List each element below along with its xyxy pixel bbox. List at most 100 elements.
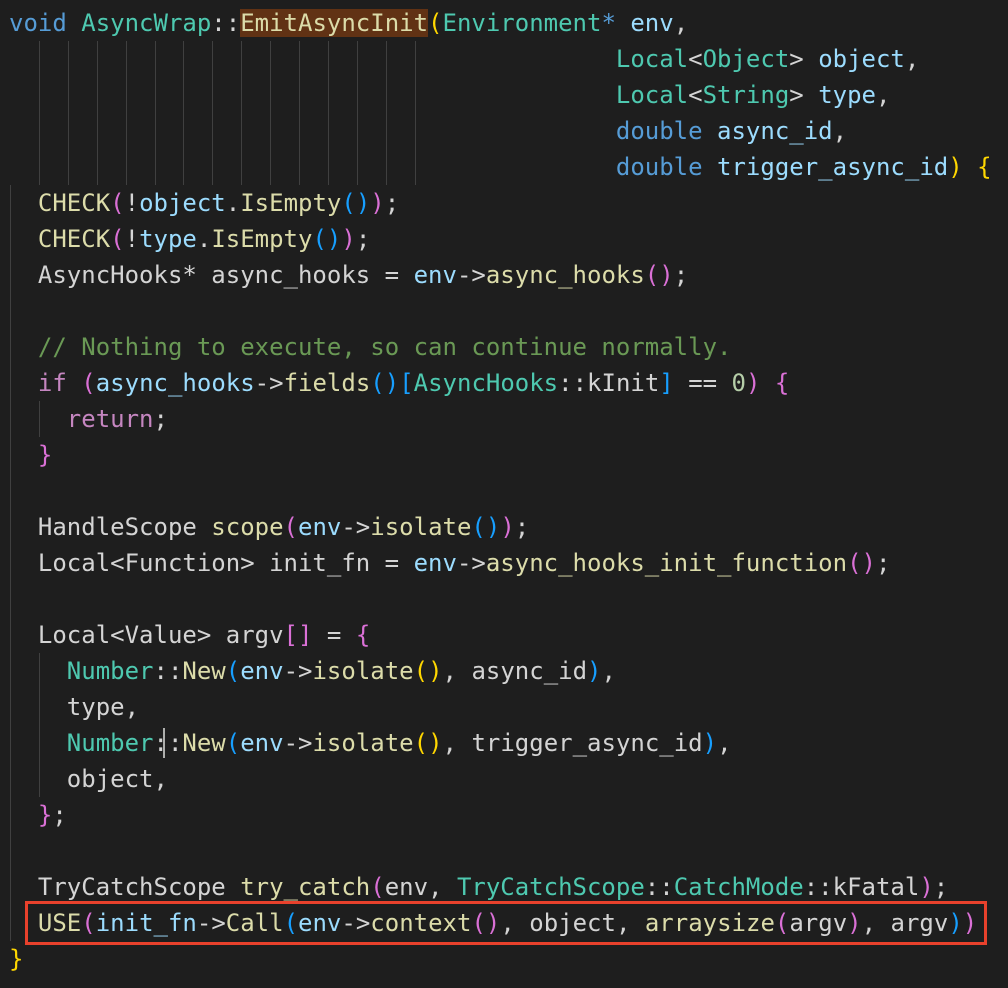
code-token: < <box>688 81 703 109</box>
code-token: object <box>139 189 226 217</box>
code-token: ! <box>124 225 140 253</box>
code-token: AsyncHooks* async_hooks = <box>9 261 414 289</box>
code-line[interactable]: Local<Function> init_fn = env->async_hoo… <box>9 545 891 581</box>
code-token: fields <box>283 369 371 397</box>
code-token: . <box>196 225 212 253</box>
code-token: return <box>66 405 154 433</box>
code-token: IsEmpty <box>211 225 313 253</box>
code-line[interactable]: CHECK(!type.IsEmpty()); <box>9 221 370 257</box>
code-token: ) <box>370 189 385 217</box>
code-token: { <box>977 153 992 181</box>
code-line[interactable]: }; <box>9 797 67 833</box>
code-token: void <box>9 9 67 37</box>
code-token: { <box>774 369 790 397</box>
code-line[interactable]: // Nothing to execute, so can continue n… <box>9 329 732 365</box>
code-line[interactable]: void AsyncWrap::EmitAsyncInit(Environmen… <box>9 5 688 41</box>
code-token: AsyncWrap <box>81 9 212 37</box>
code-token: = <box>312 621 356 649</box>
code-token: ! <box>124 189 140 217</box>
code-token: ( <box>283 513 298 541</box>
code-line[interactable]: } <box>9 437 52 473</box>
code-line[interactable]: HandleScope scope(env->isolate()); <box>9 509 529 545</box>
code-line[interactable]: TryCatchScope try_catch(env, TryCatchSco… <box>9 869 948 905</box>
code-line[interactable]: object, <box>9 761 168 797</box>
code-token: [] <box>283 621 313 649</box>
code-line[interactable]: double async_id, <box>9 113 847 149</box>
code-line[interactable]: Local<Value> argv[] = { <box>9 617 370 653</box>
code-line[interactable]: AsyncHooks* async_hooks = env->async_hoo… <box>9 257 688 293</box>
code-token: * <box>601 9 616 37</box>
text-cursor <box>163 728 165 758</box>
code-line[interactable]: return; <box>9 401 168 437</box>
code-token: Local<Value> argv <box>9 621 284 649</box>
code-token: -> <box>456 261 486 289</box>
code-line[interactable]: Number::New(env->isolate(), async_id), <box>9 653 616 689</box>
code-line[interactable]: if (async_hooks->fields()[AsyncHooks::kI… <box>9 365 789 401</box>
code-editor[interactable]: void AsyncWrap::EmitAsyncInit(Environmen… <box>0 0 1008 988</box>
code-token: , <box>875 81 891 109</box>
code-token: TryCatchScope <box>9 873 241 901</box>
code-token: () <box>413 729 443 757</box>
code-token: HandleScope <box>9 513 212 541</box>
code-token: () <box>312 225 342 253</box>
code-token: < <box>688 45 703 73</box>
code-token: async_hooks_init_function <box>485 549 848 577</box>
code-token: , <box>717 729 732 757</box>
code-line[interactable]: Local<String> type, <box>9 77 891 113</box>
code-token: ) <box>948 153 963 181</box>
code-line[interactable]: Local<Object> object, <box>9 41 919 77</box>
code-token: ( <box>225 657 241 685</box>
code-token: CHECK <box>37 189 111 217</box>
code-token: () <box>413 657 443 685</box>
code-token: type <box>139 225 197 253</box>
code-token: ::kFatal <box>803 873 920 901</box>
code-token: scope <box>211 513 284 541</box>
code-token: ( <box>428 9 443 37</box>
code-token: ; <box>514 513 530 541</box>
code-token: Local <box>615 45 689 73</box>
code-token: :: <box>644 873 674 901</box>
code-token: isolate <box>312 657 414 685</box>
code-token: ( <box>110 225 125 253</box>
code-token: env <box>298 513 342 541</box>
code-token: ( <box>370 873 385 901</box>
code-line[interactable]: } <box>9 941 23 977</box>
code-token: ] <box>659 369 674 397</box>
code-token: :: <box>558 369 588 397</box>
code-line[interactable]: Number::New(env->isolate(), trigger_asyn… <box>9 725 732 761</box>
code-token: ; <box>933 873 949 901</box>
code-token: async_hooks <box>95 369 255 397</box>
code-token: :: <box>153 729 183 757</box>
code-token: , <box>832 117 848 145</box>
code-token: Local <box>615 81 689 109</box>
code-token: . <box>225 189 241 217</box>
code-token: Number <box>66 729 154 757</box>
code-token: env <box>630 9 674 37</box>
code-token: env, <box>384 873 457 901</box>
code-token: env <box>413 549 457 577</box>
code-token: Environment <box>442 9 602 37</box>
code-line[interactable]: CHECK(!object.IsEmpty()); <box>9 185 399 221</box>
code-token: trigger_async_id <box>717 153 949 181</box>
code-token: , <box>904 45 920 73</box>
code-token: async_hooks <box>485 261 645 289</box>
code-line[interactable]: double trigger_async_id) { <box>9 149 992 185</box>
code-token: ; <box>384 189 400 217</box>
code-token: isolate <box>370 513 472 541</box>
code-line[interactable]: type, <box>9 689 139 725</box>
code-token: double <box>615 117 703 145</box>
code-token: > <box>789 81 804 109</box>
